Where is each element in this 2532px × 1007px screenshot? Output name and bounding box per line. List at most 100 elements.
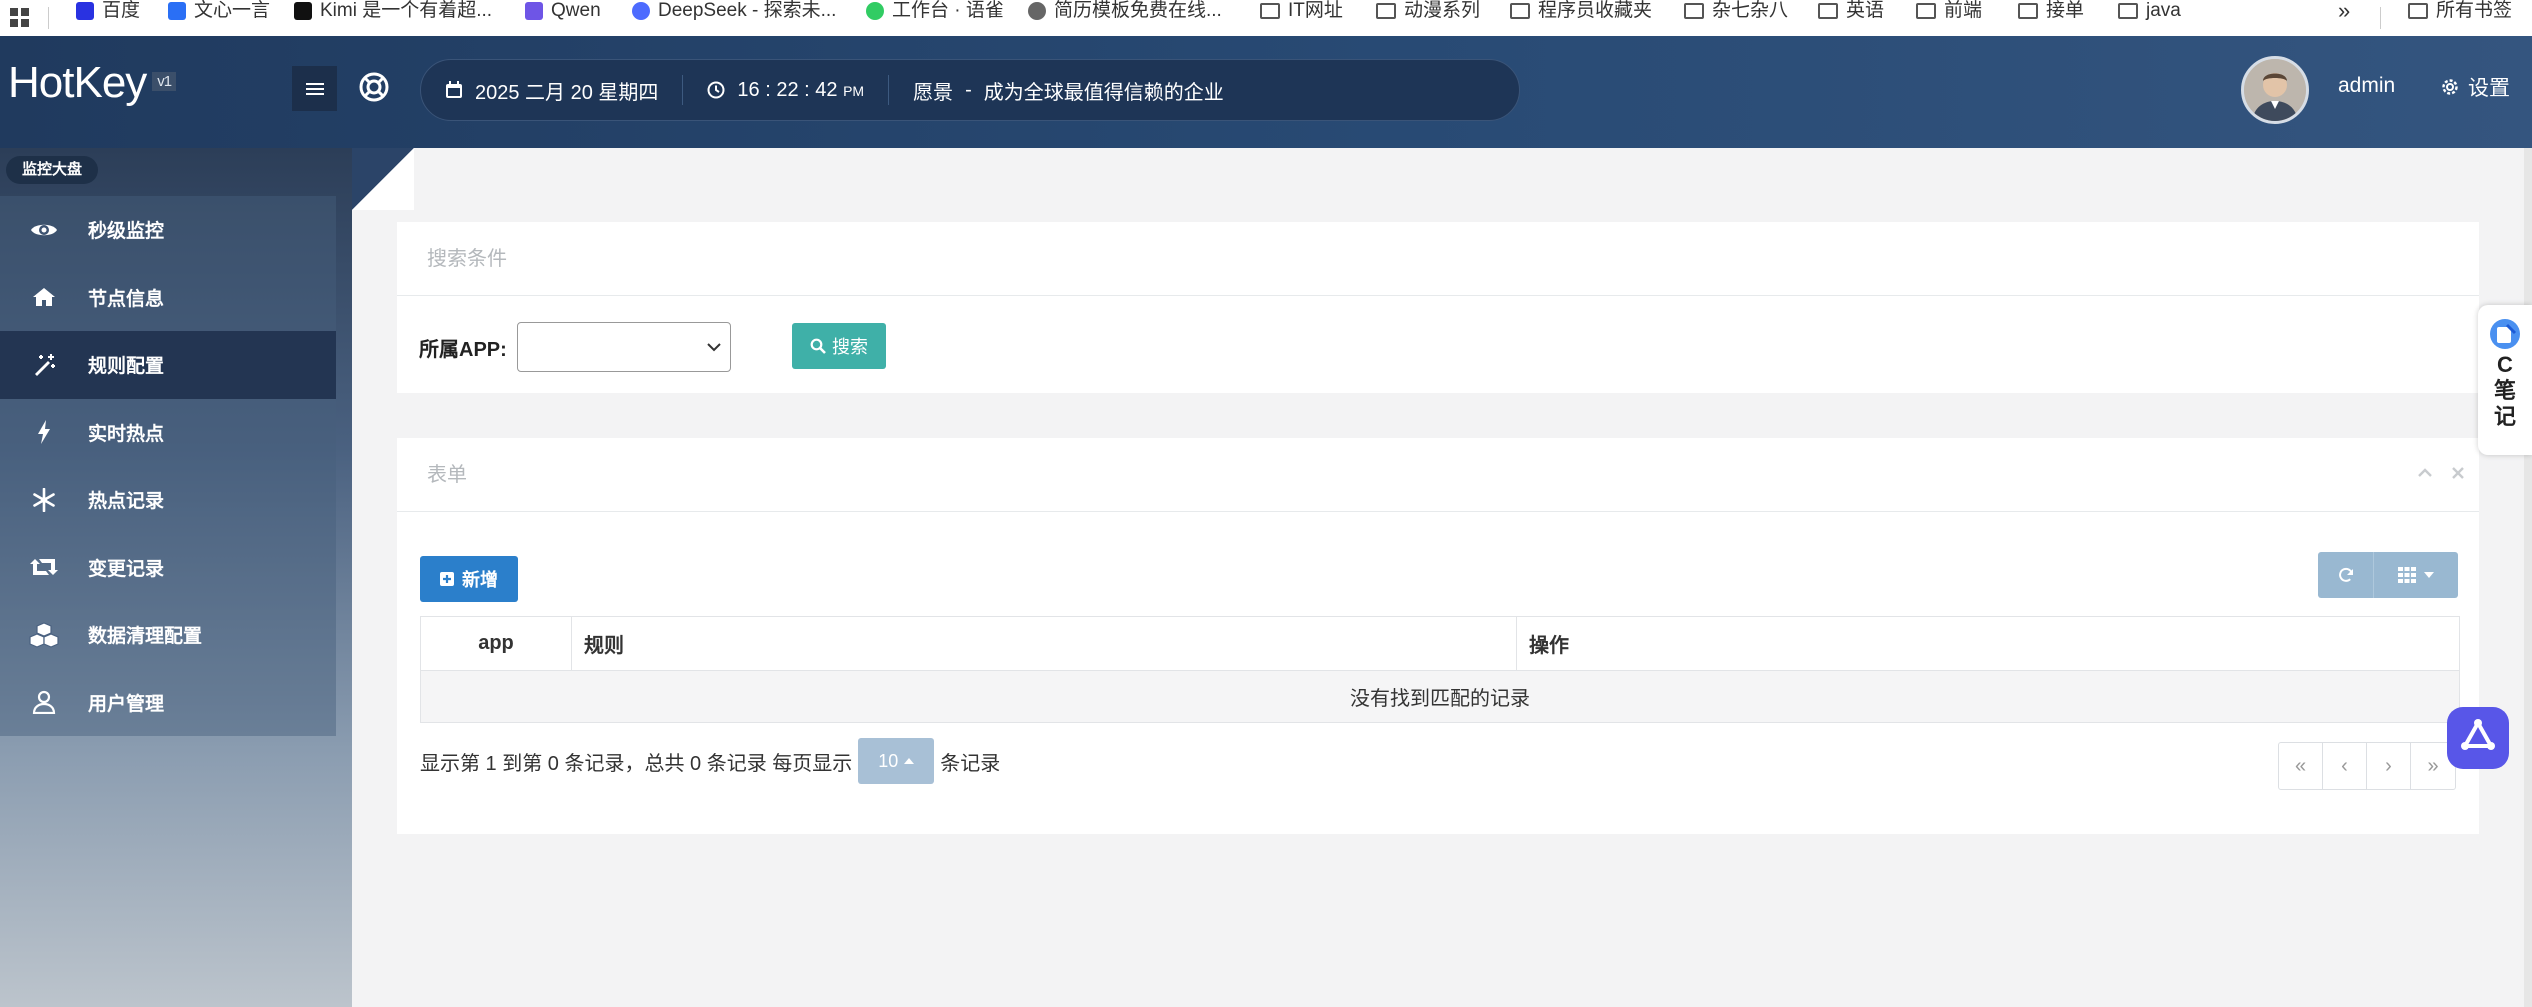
help-button[interactable] [357, 70, 391, 104]
bookmarks-overflow-button[interactable]: » [2338, 0, 2350, 22]
prev-page-button[interactable]: ‹ [2323, 743, 2367, 789]
settings-label: 设置 [2468, 77, 2510, 100]
scrollbar[interactable] [2524, 148, 2532, 1007]
folder-label: 英语 [1846, 0, 1885, 21]
cnote-letter: 笔 [2493, 378, 2516, 403]
search-button[interactable]: 搜索 [792, 323, 886, 369]
sidebar-item-hotspot-records[interactable]: 热点记录 [0, 466, 336, 534]
logo-text: HotKey [8, 58, 147, 107]
sidebar-item-label: 数据清理配置 [88, 626, 203, 648]
bolt-icon [0, 420, 88, 445]
table-panel-title: 表单 [397, 438, 2479, 512]
magic-wand-icon [0, 353, 88, 377]
bookmark-label: 工作台 · 语雀 [892, 0, 1004, 21]
apps-grid-icon[interactable] [0, 0, 40, 36]
bookmark-label: 简历模板免费在线... [1054, 0, 1222, 21]
bookmark-kimi[interactable]: Kimi 是一个有着超... [294, 0, 492, 22]
bookmark-folder[interactable]: 前端 [1916, 0, 1982, 22]
pagination-suffix: 条记录 [940, 752, 1001, 775]
cnote-widget[interactable]: C 笔 记 [2478, 305, 2532, 455]
sidebar-toggle-button[interactable] [292, 66, 337, 111]
top-header: HotKey v1 2025 二月 20 星期四 16 : 22 : 42 PM … [0, 36, 2532, 148]
avatar[interactable] [2241, 56, 2309, 124]
app-select[interactable] [516, 322, 731, 372]
bookmark-folder[interactable]: IT网址 [1260, 0, 1343, 22]
cnote-icon [2490, 319, 2520, 349]
columns-toggle-button[interactable] [2374, 552, 2458, 598]
bookmark-folder[interactable]: 杂七杂八 [1684, 0, 1788, 22]
bookmark-folder[interactable]: 动漫系列 [1376, 0, 1480, 22]
bookmark-label: Qwen [551, 0, 601, 21]
bookmark-baidu[interactable]: 百度 [76, 0, 140, 22]
folder-icon [1684, 3, 1704, 19]
bookmark-qwen[interactable]: Qwen [525, 0, 601, 22]
calendar-icon [446, 81, 462, 98]
sidebar-item-user-management[interactable]: 用户管理 [0, 669, 336, 737]
ai-assistant-button[interactable] [2447, 707, 2509, 769]
username[interactable]: admin [2338, 74, 2395, 98]
table-header-row: app 规则 操作 [420, 616, 2460, 671]
close-icon[interactable] [2451, 466, 2465, 480]
pagination-info: 显示第 1 到第 0 条记录，总共 0 条记录 每页显示 10 条记录 [420, 738, 1000, 784]
bookmark-deepseek[interactable]: DeepSeek - 探索未... [632, 0, 836, 22]
app-filter-row: 所属APP: [419, 322, 731, 372]
folder-icon [1260, 3, 1280, 19]
refresh-button[interactable] [2318, 552, 2374, 598]
info-bar: 2025 二月 20 星期四 16 : 22 : 42 PM 愿景 - 成为全球… [420, 59, 1520, 121]
kimi-icon [294, 2, 312, 20]
sidebar-item-label: 节点信息 [88, 288, 165, 310]
table-row: 没有找到匹配的记录 [420, 670, 2460, 723]
sidebar-item-data-cleanup[interactable]: 数据清理配置 [0, 601, 336, 669]
sidebar-item-label: 秒级监控 [88, 221, 165, 243]
sidebar-item-label: 用户管理 [88, 693, 165, 715]
vision-separator: - [965, 78, 972, 101]
bookmark-folder[interactable]: 程序员收藏夹 [1510, 0, 1652, 22]
ai-assistant-icon [2461, 719, 2495, 750]
folder-label: IT网址 [1288, 0, 1343, 21]
sidebar-item-node-info[interactable]: 节点信息 [0, 264, 336, 332]
table-toolbar [2318, 552, 2458, 598]
user-icon [0, 690, 88, 715]
qwen-icon [525, 2, 543, 20]
add-button[interactable]: 新增 [420, 556, 518, 602]
search-button-label: 搜索 [832, 337, 868, 357]
chevron-up-icon[interactable] [2417, 467, 2433, 479]
page-size-dropdown[interactable]: 10 [858, 738, 935, 784]
search-icon [810, 338, 826, 354]
baidu-icon [76, 2, 94, 20]
column-header-actions[interactable]: 操作 [1516, 616, 2460, 671]
next-page-button[interactable]: › [2367, 743, 2411, 789]
app-filter-label: 所属APP: [419, 338, 507, 361]
sidebar-item-rule-config[interactable]: 规则配置 [0, 331, 336, 399]
folder-icon [1818, 3, 1838, 19]
all-bookmarks[interactable]: 所有书签 [2408, 0, 2512, 22]
sidebar-item-second-monitor[interactable]: 秒级监控 [0, 196, 336, 264]
sidebar-item-label: 规则配置 [88, 356, 165, 378]
add-button-label: 新增 [462, 570, 498, 590]
bookmark-yuque[interactable]: 工作台 · 语雀 [866, 0, 1004, 22]
bookmark-label: 文心一言 [194, 0, 271, 21]
folder-label: 前端 [1944, 0, 1983, 21]
vision-display: 愿景 - 成为全球最值得信赖的企业 [888, 75, 1248, 105]
column-header-rule[interactable]: 规则 [571, 616, 1517, 671]
sidebar-item-change-records[interactable]: 变更记录 [0, 534, 336, 602]
cnote-letter: 记 [2493, 404, 2516, 429]
all-bookmarks-label: 所有书签 [2436, 0, 2513, 21]
folder-label: java [2146, 0, 2181, 21]
bookmark-folder[interactable]: java [2118, 0, 2181, 22]
yuque-icon [866, 2, 884, 20]
vision-text: 成为全球最值得信赖的企业 [983, 81, 1224, 104]
main-content: 搜索条件 所属APP: 搜索 表单 新增 app 规则 操作 没有找到匹配的记录… [352, 148, 2524, 1007]
folder-icon [2118, 3, 2138, 19]
bookmark-folder[interactable]: 接单 [2018, 0, 2084, 22]
bookmark-wenxin[interactable]: 文心一言 [168, 0, 270, 22]
first-page-button[interactable]: « [2279, 743, 2323, 789]
sidebar-item-realtime-hotspot[interactable]: 实时热点 [0, 399, 336, 467]
app-logo[interactable]: HotKey v1 [8, 58, 177, 108]
bookmark-folder[interactable]: 英语 [1818, 0, 1884, 22]
pagination-prefix: 显示第 1 到第 0 条记录，总共 0 条记录 每页显示 [420, 752, 853, 775]
column-header-app[interactable]: app [420, 616, 572, 671]
bookmark-resume[interactable]: 简历模板免费在线... [1028, 0, 1222, 22]
settings-button[interactable]: 设置 [2440, 72, 2510, 102]
time-text: 16 : 22 : 42 [737, 78, 838, 101]
